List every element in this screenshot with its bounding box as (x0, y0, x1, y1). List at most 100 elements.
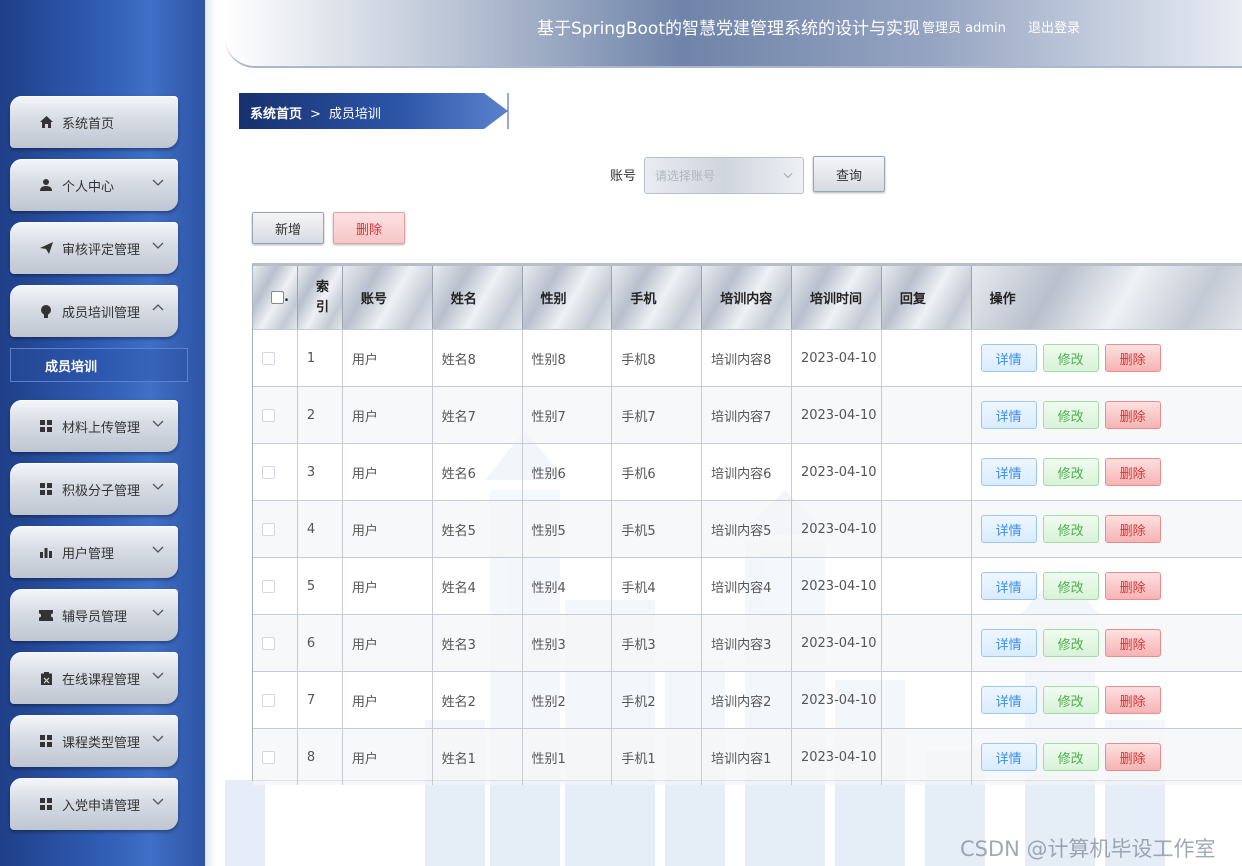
cell-select[interactable] (253, 501, 298, 557)
sidebar-item-party-application[interactable]: 入党申请管理 (10, 778, 178, 830)
edit-button[interactable]: 修改 (1042, 572, 1099, 600)
delete-button[interactable]: 删除 (1104, 515, 1161, 543)
cell-index: 5 (298, 558, 343, 614)
row-checkbox[interactable] (262, 408, 275, 422)
chevron-down-icon (152, 483, 164, 490)
cell-content: 培训内容1 (702, 729, 792, 785)
cell-select[interactable] (253, 387, 298, 443)
detail-button[interactable]: 详情 (980, 629, 1037, 657)
edit-button[interactable]: 修改 (1042, 458, 1099, 486)
header-select-all[interactable]: . (253, 266, 298, 329)
sidebar-item-member-training[interactable]: 成员培训管理 (10, 285, 178, 337)
header-name: 姓名 (432, 266, 523, 329)
account-select[interactable]: 请选择账号 (644, 157, 804, 194)
sidebar-item-home[interactable]: 系统首页 (10, 96, 178, 148)
cell-index: 3 (298, 444, 343, 500)
query-button[interactable]: 查询 (813, 156, 885, 192)
delete-button[interactable]: 删除 (1104, 344, 1161, 372)
cell-select[interactable] (253, 558, 298, 614)
edit-button[interactable]: 修改 (1042, 515, 1099, 543)
cell-account: 用户 (343, 672, 433, 728)
delete-button[interactable]: 删除 (1104, 743, 1161, 771)
add-button[interactable]: 新增 (252, 212, 324, 244)
top-header: 基于SpringBoot的智慧党建管理系统的设计与实现 管理员 admin 退出… (225, 0, 1242, 68)
breadcrumb-home[interactable]: 系统首页 (250, 107, 302, 122)
cell-gender: 性别3 (523, 615, 613, 671)
detail-button[interactable]: 详情 (980, 344, 1037, 372)
bar-chart-icon (38, 544, 54, 560)
batch-delete-button[interactable]: 删除 (333, 212, 405, 244)
cell-actions: 详情 修改 删除 (972, 729, 1242, 785)
sidebar-item-label: 入党申请管理 (62, 798, 141, 814)
cell-name: 姓名2 (433, 672, 523, 728)
cell-select[interactable] (253, 729, 298, 785)
sidebar-item-counselors[interactable]: 辅导员管理 (10, 589, 178, 641)
detail-button[interactable]: 详情 (980, 686, 1037, 714)
cell-account: 用户 (343, 558, 433, 614)
cell-select[interactable] (253, 444, 298, 500)
sidebar-item-materials[interactable]: 材料上传管理 (10, 400, 178, 452)
header-actions: 操作 (971, 266, 1242, 329)
cell-select[interactable] (253, 615, 298, 671)
detail-button[interactable]: 详情 (980, 458, 1037, 486)
edit-button[interactable]: 修改 (1042, 743, 1099, 771)
delete-button[interactable]: 删除 (1104, 458, 1161, 486)
cell-actions: 详情 修改 删除 (972, 330, 1242, 386)
delete-button[interactable]: 删除 (1104, 401, 1161, 429)
detail-button[interactable]: 详情 (980, 401, 1037, 429)
cell-name: 姓名3 (433, 615, 523, 671)
row-checkbox[interactable] (262, 579, 275, 593)
row-checkbox[interactable] (262, 351, 275, 365)
select-all-checkbox[interactable] (271, 291, 284, 304)
sidebar-item-label: 用户管理 (62, 546, 115, 562)
sidebar-item-online-courses[interactable]: 在线课程管理 (10, 652, 178, 704)
account-select-placeholder: 请选择账号 (655, 169, 716, 183)
row-checkbox[interactable] (262, 522, 275, 536)
row-checkbox[interactable] (262, 636, 275, 650)
edit-button[interactable]: 修改 (1042, 401, 1099, 429)
cell-reply (882, 615, 972, 671)
sidebar-item-personal-center[interactable]: 个人中心 (10, 159, 178, 211)
clipboard-icon (38, 670, 54, 686)
delete-button[interactable]: 删除 (1104, 686, 1161, 714)
table-row: 7 用户 姓名2 性别2 手机2 培训内容2 2023-04-10 详情 修改 删除 (253, 671, 1242, 728)
cell-content: 培训内容7 (702, 387, 792, 443)
row-checkbox[interactable] (262, 465, 275, 479)
cell-reply (882, 387, 972, 443)
table-row: 4 用户 姓名5 性别5 手机5 培训内容5 2023-04-10 详情 修改 删除 (253, 500, 1242, 557)
row-checkbox[interactable] (262, 750, 275, 764)
cell-phone: 手机2 (612, 672, 703, 728)
cell-actions: 详情 修改 删除 (972, 558, 1242, 614)
logout-link[interactable]: 退出登录 (1028, 17, 1080, 36)
cell-time: 2023-04-10 (792, 501, 882, 557)
detail-button[interactable]: 详情 (980, 743, 1037, 771)
delete-button[interactable]: 删除 (1104, 629, 1161, 657)
cell-select[interactable] (253, 672, 298, 728)
cell-index: 6 (298, 615, 343, 671)
sidebar-subitem-member-training[interactable]: 成员培训 (10, 348, 188, 382)
detail-button[interactable]: 详情 (980, 515, 1037, 543)
sidebar-item-review[interactable]: 审核评定管理 (10, 222, 178, 274)
header-select-label: . (284, 290, 289, 305)
table-header: . 索引 账号 姓名 性别 手机 培训内容 培训时间 回复 操作 (253, 266, 1242, 329)
cell-select[interactable] (253, 330, 298, 386)
delete-button[interactable]: 删除 (1104, 572, 1161, 600)
cell-name: 姓名6 (433, 444, 523, 500)
cell-time: 2023-04-10 (792, 729, 882, 785)
cell-name: 姓名4 (433, 558, 523, 614)
row-checkbox[interactable] (262, 693, 275, 707)
breadcrumb-text: 系统首页 > 成员培训 (250, 103, 381, 122)
app-title: 基于SpringBoot的智慧党建管理系统的设计与实现 (537, 19, 920, 39)
sidebar-item-course-types[interactable]: 课程类型管理 (10, 715, 178, 767)
cell-content: 培训内容5 (702, 501, 792, 557)
cell-actions: 详情 修改 删除 (972, 387, 1242, 443)
edit-button[interactable]: 修改 (1042, 629, 1099, 657)
table-row: 2 用户 姓名7 性别7 手机7 培训内容7 2023-04-10 详情 修改 删除 (253, 386, 1242, 443)
detail-button[interactable]: 详情 (980, 572, 1037, 600)
edit-button[interactable]: 修改 (1042, 686, 1099, 714)
cell-index: 1 (298, 330, 343, 386)
sidebar-item-activists[interactable]: 积极分子管理 (10, 463, 178, 515)
cell-reply (882, 330, 972, 386)
sidebar-item-users[interactable]: 用户管理 (10, 526, 178, 578)
edit-button[interactable]: 修改 (1042, 344, 1099, 372)
